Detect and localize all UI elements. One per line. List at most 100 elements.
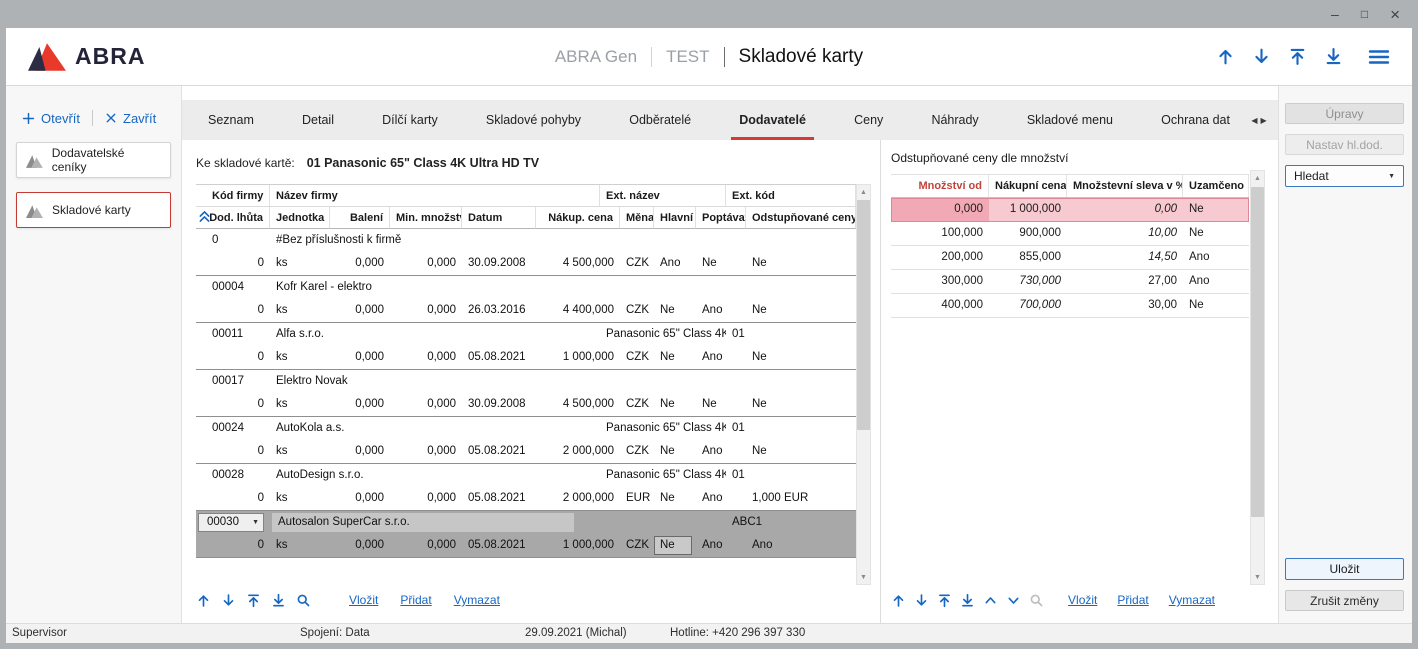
app-header: ABRA ABRA Gen TEST Skladové karty — [6, 28, 1412, 86]
insert-link[interactable]: Vložit — [349, 593, 378, 607]
tab-detail[interactable]: Detail — [292, 100, 344, 140]
tab-seznam[interactable]: Seznam — [198, 100, 264, 140]
cell-dod-lhuta: 0 — [196, 393, 270, 416]
supplier-record[interactable]: 0▼ #Bez příslušnosti k firmě 0 ks 0,000 … — [196, 229, 856, 276]
sidebar-item-dodavatelske-ceniky[interactable]: Dodavatelské ceníky — [16, 142, 171, 178]
maximize-button[interactable]: □ — [1361, 8, 1368, 20]
tab-nahrady[interactable]: Náhrady — [921, 100, 988, 140]
edit-button[interactable]: Úpravy — [1285, 103, 1404, 124]
scroll-down-arrow[interactable]: ▼ — [857, 570, 870, 584]
column-header-mnozstevni-sleva[interactable]: Množstevní sleva v % — [1067, 175, 1183, 197]
column-header-min-mnozstvi[interactable]: Min. množství — [390, 207, 462, 229]
close-button[interactable]: × — [1390, 6, 1400, 23]
shift-row-up-button[interactable] — [983, 593, 998, 608]
open-button[interactable]: Otevřít — [22, 111, 80, 126]
prev-record-button[interactable] — [196, 593, 211, 608]
supplier-record[interactable]: 00017▼ Elektro Novak 0 ks 0,000 0,000 30… — [196, 370, 856, 417]
delete-link[interactable]: Vymazat — [454, 593, 500, 607]
column-header-ext-nazev[interactable]: Ext. název — [600, 185, 726, 207]
sidebar-item-label: Skladové karty — [52, 203, 131, 217]
prev-record-button[interactable] — [1216, 47, 1235, 66]
tab-scroll-left-icon[interactable]: ◀ — [1251, 116, 1257, 125]
add-link[interactable]: Přidat — [1117, 593, 1148, 607]
add-link[interactable]: Přidat — [400, 593, 431, 607]
search-records-button[interactable] — [296, 593, 311, 608]
supplier-record[interactable]: 00004▼ Kofr Karel - elektro 0 ks 0,000 0… — [196, 276, 856, 323]
save-button[interactable]: Uložit — [1285, 558, 1404, 580]
column-header-poptavat[interactable]: Poptávat — [696, 207, 746, 229]
scroll-up-arrow[interactable]: ▲ — [857, 185, 870, 199]
last-record-button[interactable] — [960, 593, 975, 608]
column-header-datum[interactable]: Datum — [462, 207, 536, 229]
cell-nazev-firmy: #Bez příslušnosti k firmě — [270, 229, 600, 252]
tab-odberatele[interactable]: Odběratelé — [619, 100, 701, 140]
price-row[interactable]: 400,000 700,000 30,00 Ne — [891, 294, 1249, 318]
main-menu-button[interactable] — [1368, 48, 1390, 66]
tab-dilci-karty[interactable]: Dílčí karty — [372, 100, 448, 140]
prev-record-button[interactable] — [891, 593, 906, 608]
tab-ceny[interactable]: Ceny — [844, 100, 893, 140]
cell-uzamceno: Ano — [1183, 246, 1249, 269]
first-record-button[interactable] — [937, 593, 952, 608]
column-header-nakup-cena[interactable]: Nákup. cena — [536, 207, 620, 229]
supplier-line-2: 0 ks 0,000 0,000 05.08.2021 1 000,000 CZ… — [196, 534, 856, 557]
scroll-track[interactable] — [1251, 185, 1264, 570]
column-header-ext-kod[interactable]: Ext. kód — [726, 185, 856, 207]
column-header-nakupni-cena[interactable]: Nákupní cena — [989, 175, 1067, 197]
sort-double-chevron-up-icon[interactable] — [197, 209, 212, 224]
supplier-record[interactable]: 00030▼ Autosalon SuperCar s.r.o. ABC1 0 … — [196, 511, 856, 558]
tab-scroll-right-icon[interactable]: ▶ — [1261, 116, 1267, 125]
scroll-up-arrow[interactable]: ▲ — [1251, 171, 1264, 185]
column-header-uzamceno[interactable]: Uzamčeno — [1183, 175, 1249, 197]
search-records-button[interactable] — [1029, 593, 1044, 608]
next-record-button[interactable] — [1252, 47, 1271, 66]
price-row[interactable]: 0,000 1 000,000 0,00 Ne — [891, 198, 1249, 222]
dropdown-arrow-icon[interactable]: ▼ — [252, 514, 259, 531]
column-header-mena[interactable]: Měna — [620, 207, 654, 229]
sidebar-item-skladove-karty[interactable]: Skladové karty — [16, 192, 171, 228]
vertical-scrollbar[interactable]: ▲ ▼ — [1250, 170, 1265, 585]
delete-link[interactable]: Vymazat — [1169, 593, 1215, 607]
scroll-thumb[interactable] — [1251, 187, 1264, 517]
column-header-jednotka[interactable]: Jednotka — [270, 207, 330, 229]
column-header-mnozstvi-od[interactable]: Množství od — [891, 175, 989, 197]
shift-row-down-button[interactable] — [1006, 593, 1021, 608]
tiered-prices-body: 0,000 1 000,000 0,00 Ne 100,000 900,000 … — [891, 198, 1249, 318]
sidebar-items: Dodavatelské ceníky Skladové karty — [16, 142, 171, 228]
cell-baleni: 0,000 — [330, 487, 390, 510]
column-header-kod-firmy[interactable]: Kód firmy — [196, 185, 270, 207]
first-record-button[interactable] — [1288, 47, 1307, 66]
tab-skladove-menu[interactable]: Skladové menu — [1017, 100, 1123, 140]
insert-link[interactable]: Vložit — [1068, 593, 1097, 607]
last-record-button[interactable] — [271, 593, 286, 608]
next-record-button[interactable] — [914, 593, 929, 608]
supplier-record[interactable]: 00011▼ Alfa s.r.o. Panasonic 65" Class 4… — [196, 323, 856, 370]
column-header-nazev-firmy[interactable]: Název firmy — [270, 185, 600, 207]
search-button[interactable]: Hledat ▼ — [1285, 165, 1404, 187]
scroll-down-arrow[interactable]: ▼ — [1251, 570, 1264, 584]
scroll-track[interactable] — [857, 199, 870, 570]
cancel-changes-button[interactable]: Zrušit změny — [1285, 590, 1404, 611]
first-record-button[interactable] — [246, 593, 261, 608]
vertical-scrollbar[interactable]: ▲ ▼ — [856, 184, 871, 585]
tab-dodavatele[interactable]: Dodavatelé — [729, 100, 816, 140]
column-header-baleni[interactable]: Balení — [330, 207, 390, 229]
supplier-record[interactable]: 00024▼ AutoKola a.s. Panasonic 65" Class… — [196, 417, 856, 464]
cell-ext-kod — [726, 229, 856, 252]
scroll-thumb[interactable] — [857, 200, 870, 430]
price-row[interactable]: 300,000 730,000 27,00 Ano — [891, 270, 1249, 294]
price-row[interactable]: 200,000 855,000 14,50 Ano — [891, 246, 1249, 270]
supplier-line-1: 00030▼ Autosalon SuperCar s.r.o. ABC1 — [196, 511, 856, 534]
set-main-supplier-button[interactable]: Nastav hl.dod. — [1285, 134, 1404, 155]
close-card-button[interactable]: Zavřít — [105, 111, 156, 126]
price-row[interactable]: 100,000 900,000 10,00 Ne — [891, 222, 1249, 246]
tab-skladove-pohyby[interactable]: Skladové pohyby — [476, 100, 591, 140]
column-header-odstupnovane-ceny[interactable]: Odstupňované ceny — [746, 207, 856, 229]
minimize-button[interactable]: – — [1331, 7, 1339, 21]
next-record-button[interactable] — [221, 593, 236, 608]
cell-hlavni: Ano — [654, 252, 696, 275]
tab-ochrana-dat[interactable]: Ochrana dat — [1151, 100, 1240, 140]
supplier-record[interactable]: 00028▼ AutoDesign s.r.o. Panasonic 65" C… — [196, 464, 856, 511]
column-header-hlavni[interactable]: Hlavní — [654, 207, 696, 229]
last-record-button[interactable] — [1324, 47, 1343, 66]
